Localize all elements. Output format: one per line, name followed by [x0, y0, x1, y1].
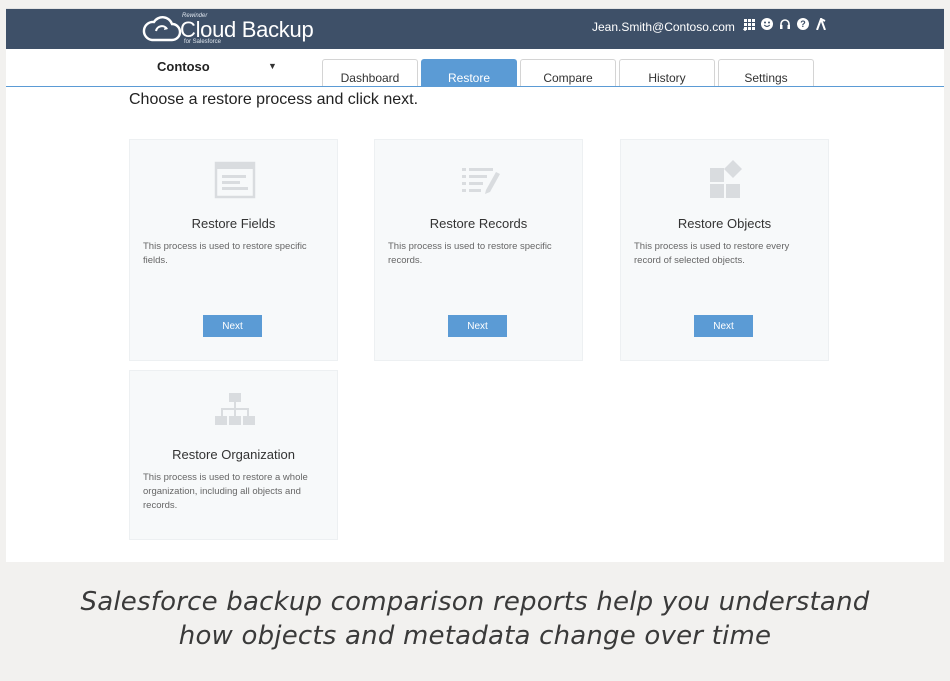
- tab-settings[interactable]: Settings: [718, 59, 814, 86]
- user-menu[interactable]: Jean.Smith@Contoso.com⌄: [592, 20, 749, 34]
- card-title: Restore Fields: [191, 216, 276, 231]
- app-window: Rewinder Cloud Backup for Salesforce Jea…: [6, 8, 944, 562]
- caption-line-2: how objects and metadata change over tim…: [178, 621, 772, 651]
- header-icons: ?: [743, 18, 827, 30]
- caption-line-1: Salesforce backup comparison reports hel…: [80, 587, 870, 617]
- organization-icon: [215, 393, 255, 425]
- card-description: This process is used to restore specific…: [388, 241, 552, 266]
- logo-k-icon[interactable]: [815, 18, 827, 30]
- tab-compare[interactable]: Compare: [520, 59, 616, 86]
- user-email: Jean.Smith@Contoso.com: [592, 20, 735, 34]
- card-title: Restore Objects: [677, 216, 772, 231]
- apps-grid-icon[interactable]: [743, 18, 755, 30]
- caption: Salesforce backup comparison reports hel…: [0, 585, 950, 653]
- smiley-icon[interactable]: [761, 18, 773, 30]
- org-selector[interactable]: Contoso: [157, 59, 210, 74]
- restore-fields-card: Restore Fields This process is used to r…: [129, 139, 338, 361]
- fields-icon: [214, 161, 256, 199]
- app-logo[interactable]: Rewinder Cloud Backup for Salesforce: [142, 12, 332, 46]
- restore-records-card: Restore Records This process is used to …: [374, 139, 583, 361]
- objects-icon: [710, 160, 742, 198]
- top-bar: Rewinder Cloud Backup for Salesforce Jea…: [6, 9, 944, 49]
- restore-objects-next-button[interactable]: Next: [694, 315, 753, 337]
- records-icon: [462, 168, 500, 194]
- card-title: Restore Records: [429, 216, 528, 231]
- cloud-logo-icon: [142, 16, 182, 42]
- brand-sub: for Salesforce: [184, 39, 222, 45]
- help-icon[interactable]: ?: [797, 18, 809, 30]
- restore-fields-next-button[interactable]: Next: [203, 315, 262, 337]
- card-description: This process is used to restore specific…: [143, 241, 307, 266]
- card-description: This process is used to restore every re…: [634, 241, 790, 266]
- tab-restore[interactable]: Restore: [421, 59, 517, 86]
- restore-organization-card: Restore Organization This process is use…: [129, 370, 338, 540]
- restore-objects-card: Restore Objects This process is used to …: [620, 139, 829, 361]
- caret-down-icon[interactable]: ▼: [268, 61, 277, 71]
- card-description: This process is used to restore a whole …: [143, 472, 308, 511]
- headset-icon[interactable]: [779, 18, 791, 30]
- restore-records-next-button[interactable]: Next: [448, 315, 507, 337]
- instruction-text: Choose a restore process and click next.: [129, 91, 419, 108]
- tab-dashboard[interactable]: Dashboard: [322, 59, 418, 86]
- tab-history[interactable]: History: [619, 59, 715, 86]
- card-title: Restore Organization: [172, 447, 295, 462]
- tab-underline: [6, 86, 944, 87]
